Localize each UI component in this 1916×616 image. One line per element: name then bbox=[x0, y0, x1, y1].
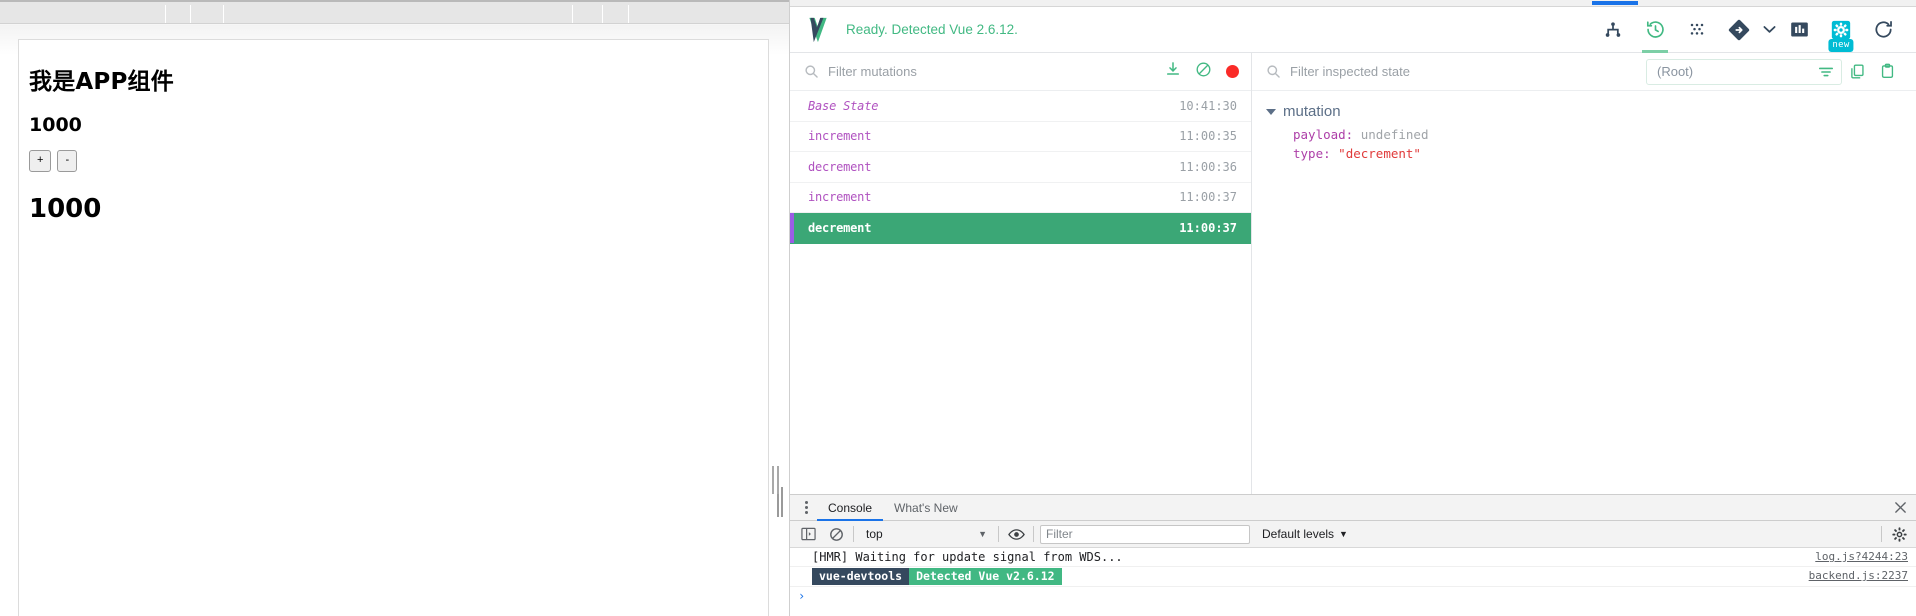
state-value: "decrement" bbox=[1338, 145, 1421, 161]
counter-buttons: + - bbox=[29, 150, 768, 172]
console-context-value: top bbox=[866, 527, 883, 541]
console-toolbar: top ▼ Default levels ▼ bbox=[790, 521, 1916, 548]
console-source-link[interactable]: backend.js:2237 bbox=[1809, 569, 1908, 582]
drawer-tab[interactable]: What's New bbox=[883, 495, 969, 521]
mutation-row[interactable]: Base State 10:41:30 bbox=[790, 91, 1251, 122]
vertical-splitter[interactable] bbox=[770, 465, 780, 495]
search-icon bbox=[1266, 64, 1281, 79]
devtools-status-text: Ready. Detected Vue 2.6.12. bbox=[846, 22, 1018, 37]
console-settings-gear-icon[interactable] bbox=[1888, 523, 1910, 545]
count-value-small: 1000 bbox=[29, 114, 82, 136]
inspector-filter-input[interactable] bbox=[1290, 64, 1480, 79]
increment-button[interactable]: + bbox=[29, 150, 52, 172]
console-message: [HMR] Waiting for update signal from WDS… bbox=[790, 548, 1916, 567]
console-levels-label: Default levels bbox=[1262, 527, 1335, 541]
count-value-big: 1000 bbox=[29, 194, 102, 224]
mutation-name: increment bbox=[808, 190, 872, 205]
mutation-row[interactable]: decrement 11:00:36 bbox=[790, 152, 1251, 183]
mutation-name: Base State bbox=[808, 98, 879, 113]
filter-lines-icon bbox=[1818, 65, 1834, 79]
paste-icon[interactable] bbox=[1872, 53, 1902, 91]
console-message-text: [HMR] Waiting for update signal from WDS… bbox=[812, 550, 1123, 564]
mutation-time: 11:00:37 bbox=[1179, 220, 1237, 235]
state-entry[interactable]: type: "decrement" bbox=[1293, 145, 1916, 164]
devtools-toolbar: new bbox=[1592, 7, 1904, 53]
search-icon bbox=[804, 64, 819, 79]
page-title: 我是APP组件 bbox=[29, 69, 174, 95]
state-key: payload: bbox=[1293, 127, 1354, 142]
console-filter-input[interactable] bbox=[1040, 524, 1250, 544]
settings-icon[interactable]: new bbox=[1820, 7, 1862, 53]
mutation-time: 11:00:35 bbox=[1179, 129, 1237, 144]
mutations-actions bbox=[1165, 61, 1239, 83]
console-sidebar-icon[interactable] bbox=[797, 523, 819, 545]
mutation-row[interactable]: increment 11:00:35 bbox=[790, 122, 1251, 152]
vuex-history-icon[interactable] bbox=[1634, 7, 1676, 53]
mutations-toolbar bbox=[790, 53, 1251, 91]
console-drawer: Console What's New top ▼ Filter Default … bbox=[790, 494, 1916, 616]
prompt-arrow-icon: › bbox=[798, 589, 806, 603]
console-levels-select[interactable]: Default levels ▼ bbox=[1262, 527, 1348, 541]
settings-new-badge: new bbox=[1828, 38, 1854, 52]
console-messages: [HMR] Waiting for update signal from WDS… bbox=[790, 548, 1916, 616]
console-context-select[interactable]: top ▼ bbox=[860, 524, 992, 544]
chevron-down-icon: ▼ bbox=[978, 529, 987, 539]
vue-logo-icon bbox=[804, 17, 832, 43]
copy-icon[interactable] bbox=[1842, 53, 1872, 91]
components-icon[interactable] bbox=[1592, 7, 1634, 53]
mutation-entries: payload: undefined type: "decrement" bbox=[1266, 126, 1916, 163]
console-source-link[interactable]: log.js?4244:23 bbox=[1815, 550, 1908, 563]
app-root: 我是APP组件 1000 + - 1000 bbox=[18, 39, 769, 616]
screen: 我是APP组件 1000 + - 1000 Ready. Detected Vu… bbox=[0, 0, 1916, 616]
state-entry[interactable]: payload: undefined bbox=[1293, 126, 1916, 145]
mutation-time: 11:00:37 bbox=[1179, 190, 1237, 205]
root-state-value: (Root) bbox=[1657, 64, 1694, 79]
chevron-down-icon bbox=[1266, 108, 1276, 115]
export-icon[interactable] bbox=[1165, 61, 1181, 82]
mutation-group-label: mutation bbox=[1283, 103, 1341, 120]
mutation-time: 11:00:36 bbox=[1179, 159, 1237, 174]
mutation-row[interactable]: decrement 11:00:37 bbox=[790, 213, 1251, 244]
devtools-panel: Ready. Detected Vue 2.6.12. new Filter m… bbox=[790, 0, 1916, 616]
console-message: vue-devtools Detected Vue v2.6.12 backend.… bbox=[790, 567, 1916, 587]
console-badge-message: Detected Vue v2.6.12 bbox=[909, 568, 1062, 585]
root-state-select[interactable]: (Root) bbox=[1646, 58, 1842, 85]
console-badge-name: vue-devtools bbox=[812, 568, 910, 585]
active-tab-indicator bbox=[1592, 1, 1638, 5]
clear-icon[interactable] bbox=[1195, 61, 1212, 83]
events-icon[interactable] bbox=[1676, 7, 1718, 53]
state-value: undefined bbox=[1360, 127, 1429, 142]
live-expression-icon[interactable] bbox=[1005, 523, 1027, 545]
drawer-tab[interactable]: Console bbox=[817, 495, 883, 521]
mutation-row[interactable]: increment 11:00:37 bbox=[790, 183, 1251, 213]
record-icon[interactable] bbox=[1226, 65, 1239, 78]
mutation-name: decrement bbox=[808, 220, 872, 235]
mutation-group-header[interactable]: mutation bbox=[1266, 103, 1916, 120]
page-under-test: 我是APP组件 1000 + - 1000 bbox=[0, 0, 790, 616]
inspector-toolbar: (Root) bbox=[1252, 53, 1916, 91]
mutation-name: decrement bbox=[808, 159, 872, 174]
console-badge: vue-devtools Detected Vue v2.6.12 bbox=[812, 568, 1062, 585]
chevron-down-icon: ▼ bbox=[1339, 529, 1348, 539]
refresh-icon[interactable] bbox=[1862, 7, 1904, 53]
state-key: type: bbox=[1293, 145, 1331, 161]
mutations-filter-input[interactable] bbox=[828, 64, 1018, 79]
more-options-icon[interactable] bbox=[795, 495, 817, 521]
browser-chrome-placeholder bbox=[0, 0, 789, 24]
routing-icon[interactable] bbox=[1718, 7, 1760, 53]
mutation-name: increment bbox=[808, 129, 872, 144]
console-toolbar-right bbox=[1881, 523, 1910, 545]
vue-devtools-header: Ready. Detected Vue 2.6.12. new bbox=[790, 7, 1916, 53]
page-viewport: 我是APP组件 1000 + - 1000 bbox=[0, 25, 789, 616]
clear-console-icon[interactable] bbox=[825, 523, 847, 545]
chevron-down-icon[interactable] bbox=[1760, 7, 1778, 53]
mutation-time: 10:41:30 bbox=[1179, 98, 1237, 113]
performance-icon[interactable] bbox=[1778, 7, 1820, 53]
decrement-button[interactable]: - bbox=[57, 150, 78, 172]
console-prompt[interactable]: › bbox=[790, 587, 1916, 605]
drawer-tabbar: Console What's New bbox=[790, 495, 1916, 521]
close-icon[interactable] bbox=[1884, 495, 1916, 521]
